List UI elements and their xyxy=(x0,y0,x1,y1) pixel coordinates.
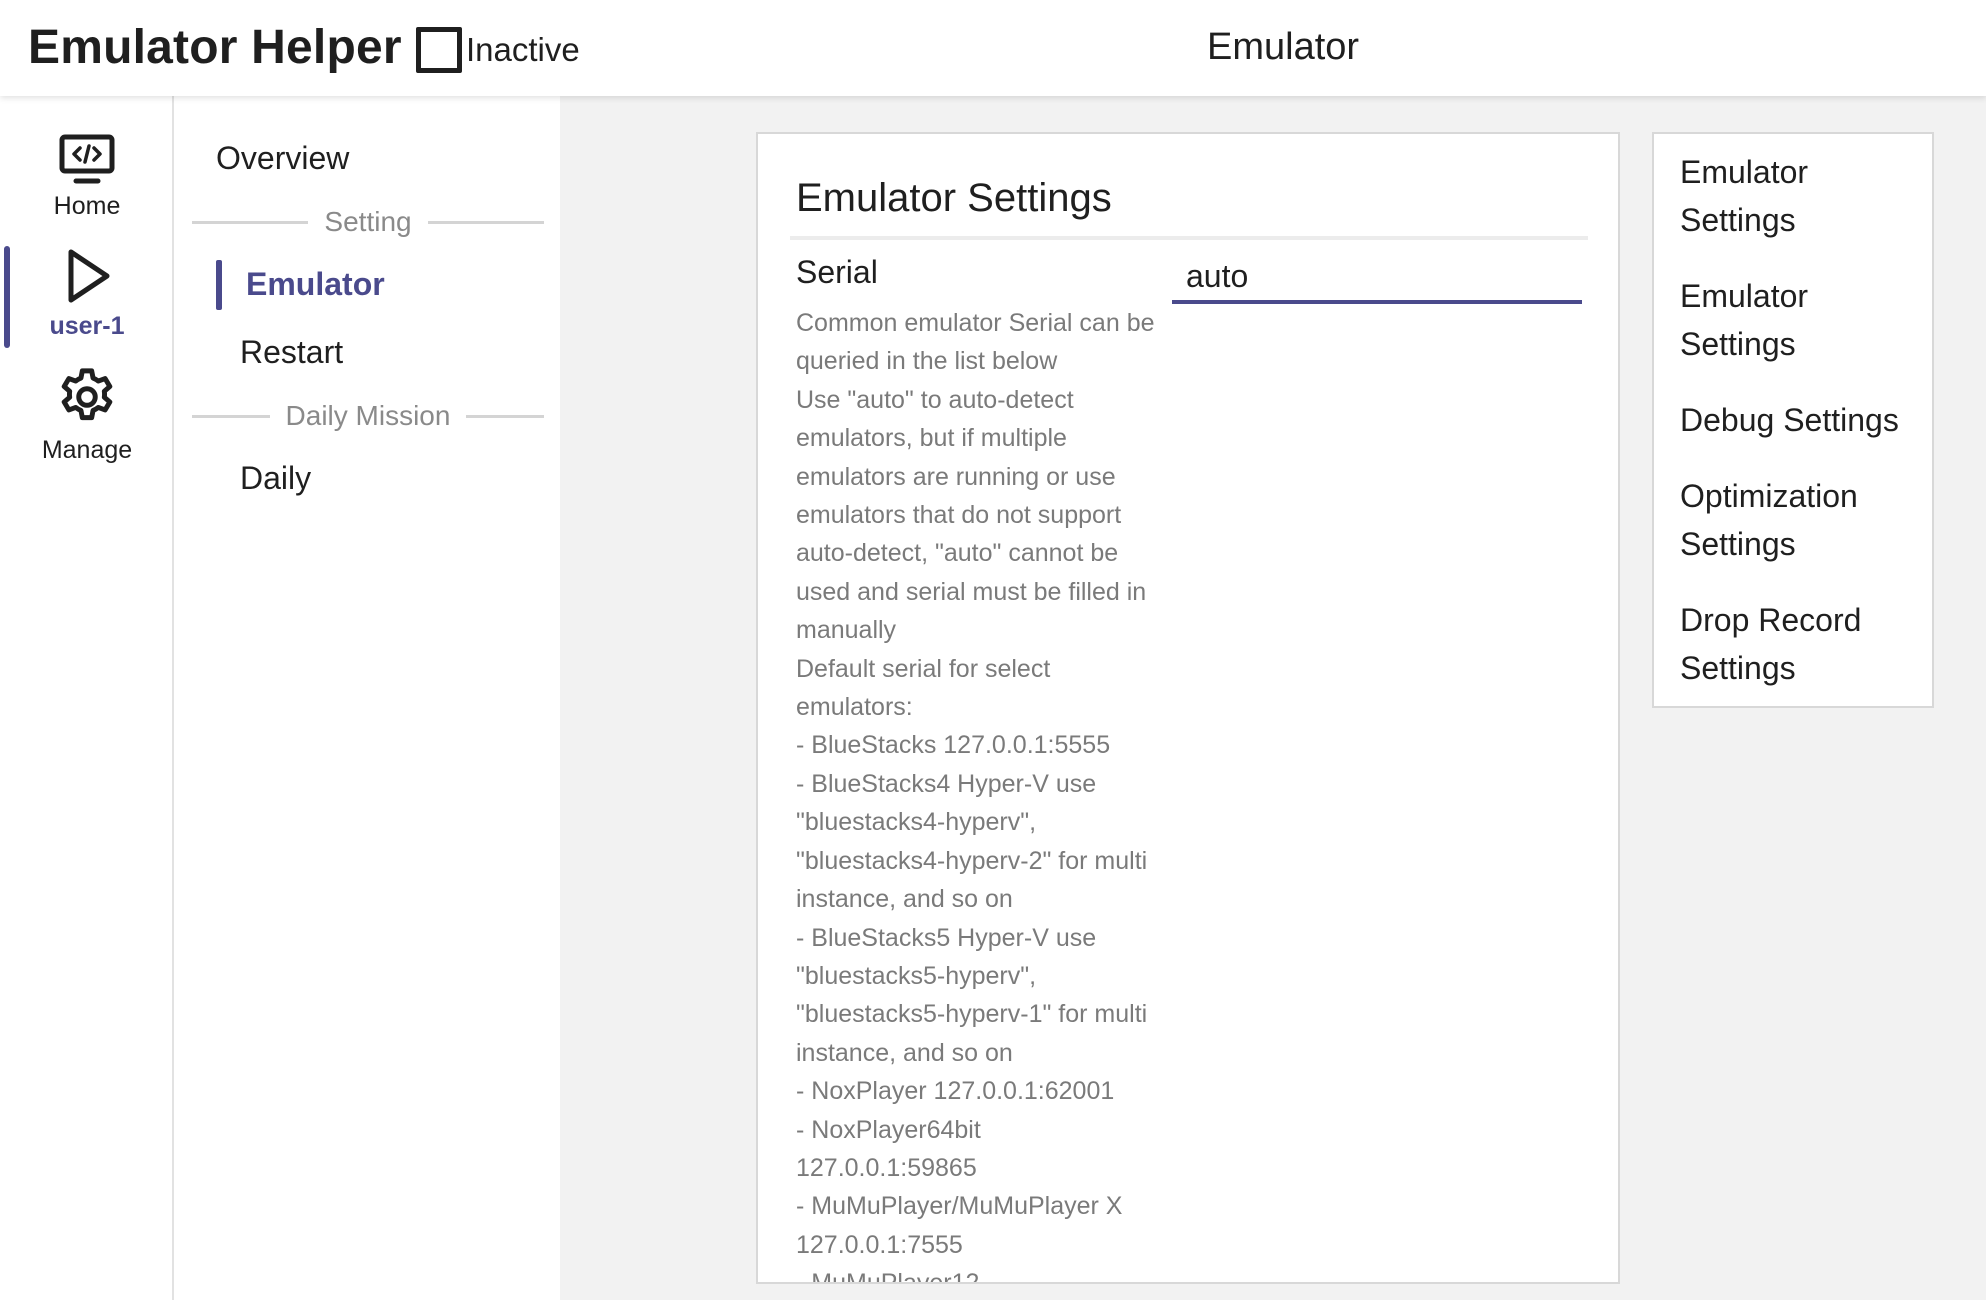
card-title: Emulator Settings xyxy=(796,176,1112,220)
gear-icon xyxy=(52,364,122,430)
top-header: Emulator Helper Inactive Emulator xyxy=(0,0,1986,96)
serial-help-text: Common emulator Serial can be queried in… xyxy=(796,309,1155,1284)
nav-rail: Home user-1 Manage xyxy=(0,96,174,1300)
status-checkbox-icon[interactable] xyxy=(416,27,462,73)
toc-item-optimization-settings[interactable]: Optimization Settings xyxy=(1680,472,1926,568)
rail-item-label: Manage xyxy=(41,436,133,464)
app-title: Emulator Helper xyxy=(28,21,402,74)
toc-item-drop-record-settings[interactable]: Drop Record Settings xyxy=(1680,596,1926,692)
toc-item-emulator-settings[interactable]: Emulator Settings xyxy=(1680,148,1926,244)
menu-item-overview[interactable]: Overview xyxy=(216,140,349,177)
play-icon xyxy=(59,246,115,306)
main-content: Emulator Settings Serial Common emulator… xyxy=(560,96,1986,1300)
rail-item-manage[interactable]: Manage xyxy=(0,364,174,465)
status-toggle[interactable]: Inactive xyxy=(416,26,580,74)
status-label: Inactive xyxy=(466,31,580,68)
card-divider xyxy=(790,236,1588,240)
menu-item-daily[interactable]: Daily xyxy=(240,460,311,497)
menu-section-label: Daily Mission xyxy=(285,400,451,431)
serial-input[interactable] xyxy=(1172,252,1582,304)
toc-item-debug-settings[interactable]: Debug Settings xyxy=(1680,396,1926,444)
page-title: Emulator xyxy=(1207,26,1360,68)
serial-label: Serial xyxy=(796,254,878,290)
rail-item-label: user-1 xyxy=(49,312,125,340)
menu-item-emulator[interactable]: Emulator xyxy=(246,266,385,303)
menu-section-setting: Setting xyxy=(192,202,545,242)
rail-item-label: Home xyxy=(53,192,121,220)
monitor-code-icon xyxy=(58,134,116,186)
menu-section-label: Setting xyxy=(324,206,412,237)
emulator-settings-card: Emulator Settings Serial Common emulator… xyxy=(756,132,1620,1284)
toc-item-emulator-settings[interactable]: Emulator Settings xyxy=(1680,272,1926,368)
menu-section-daily-mission: Daily Mission xyxy=(192,396,544,436)
rail-item-home[interactable]: Home xyxy=(0,134,174,221)
settings-menu: Overview Setting Emulator Restart Daily … xyxy=(176,96,560,1300)
menu-item-restart[interactable]: Restart xyxy=(240,334,343,371)
settings-navigator: Emulator Settings Emulator Settings Debu… xyxy=(1652,132,1934,708)
rail-item-user-1[interactable]: user-1 xyxy=(0,246,174,341)
menu-active-indicator xyxy=(216,260,222,310)
